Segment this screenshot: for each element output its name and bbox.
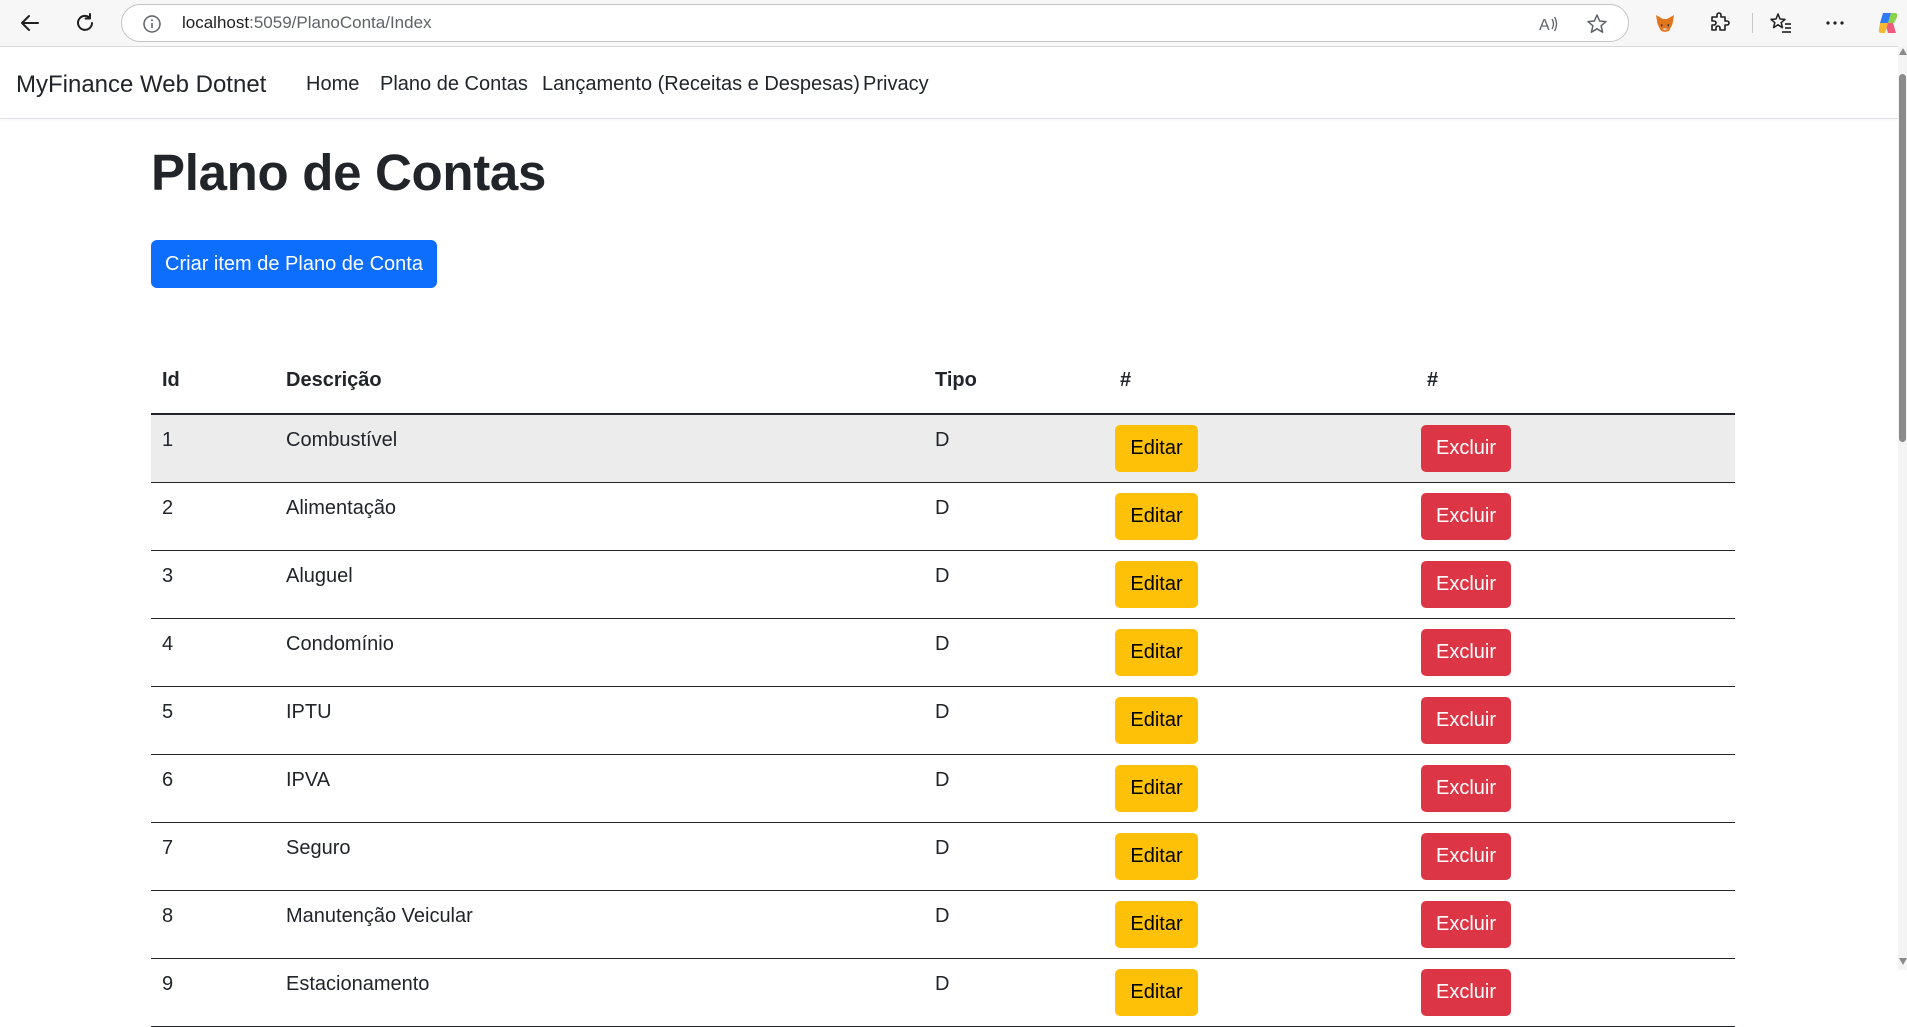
delete-button[interactable]: Excluir	[1421, 765, 1511, 812]
header-id: Id	[162, 369, 180, 391]
table-row: 8 Manutenção Veicular D Editar Excluir	[151, 891, 1735, 959]
more-icon[interactable]	[1822, 10, 1848, 36]
cell-tipo: D	[935, 973, 950, 995]
cell-descricao: Condomínio	[286, 633, 394, 655]
table-row: 5 IPTU D Editar Excluir	[151, 687, 1735, 755]
cell-tipo: D	[935, 633, 950, 655]
cell-id: 4	[162, 633, 174, 655]
cell-tipo: D	[935, 429, 950, 451]
table-row: 7 Seguro D Editar Excluir	[151, 823, 1735, 891]
header-delete-action: #	[1427, 369, 1439, 391]
page-scrollbar[interactable]	[1898, 46, 1907, 970]
delete-button[interactable]: Excluir	[1421, 901, 1511, 948]
read-aloud-icon[interactable]: A	[1537, 13, 1559, 35]
cell-descricao: Combustível	[286, 429, 398, 451]
cell-descricao: Seguro	[286, 837, 351, 859]
cell-tipo: D	[935, 497, 950, 519]
delete-button[interactable]: Excluir	[1421, 697, 1511, 744]
cell-id: 3	[162, 565, 174, 587]
delete-button[interactable]: Excluir	[1421, 833, 1511, 880]
cell-id: 9	[162, 973, 174, 995]
cell-descricao: Aluguel	[286, 565, 353, 587]
scroll-up-arrow-icon[interactable]	[1899, 48, 1907, 55]
favorites-icon[interactable]	[1768, 10, 1794, 36]
edit-button[interactable]: Editar	[1115, 425, 1198, 472]
nav-link-home[interactable]: Home	[306, 73, 359, 96]
edit-button[interactable]: Editar	[1115, 561, 1198, 608]
back-arrow-icon[interactable]	[13, 7, 47, 39]
scroll-thumb[interactable]	[1899, 74, 1906, 442]
url-path: :5059/PlanoConta/Index	[249, 13, 432, 32]
table-row: 1 Combustível D Editar Excluir	[151, 415, 1735, 483]
cell-descricao: Estacionamento	[286, 973, 430, 995]
cell-id: 6	[162, 769, 174, 791]
delete-button[interactable]: Excluir	[1421, 969, 1511, 1016]
edit-button[interactable]: Editar	[1115, 629, 1198, 676]
table-row: 6 IPVA D Editar Excluir	[151, 755, 1735, 823]
info-icon[interactable]	[142, 14, 162, 34]
cell-tipo: D	[935, 769, 950, 791]
cell-tipo: D	[935, 701, 950, 723]
fox-extension-icon[interactable]	[1652, 10, 1678, 36]
site-brand[interactable]: MyFinance Web Dotnet	[16, 71, 266, 99]
refresh-icon[interactable]	[68, 7, 102, 39]
nav-link-plano-de-contas[interactable]: Plano de Contas	[380, 73, 528, 96]
puzzle-extension-icon[interactable]	[1707, 10, 1733, 36]
cell-descricao: Alimentação	[286, 497, 397, 519]
cell-tipo: D	[935, 837, 950, 859]
page-content: MyFinance Web Dotnet Home Plano de Conta…	[0, 46, 1898, 1027]
url-host: localhost	[182, 13, 250, 32]
header-tipo: Tipo	[935, 369, 977, 391]
delete-button[interactable]: Excluir	[1421, 425, 1511, 472]
edit-button[interactable]: Editar	[1115, 493, 1198, 540]
header-descricao: Descrição	[286, 369, 382, 391]
create-plano-conta-button[interactable]: Criar item de Plano de Conta	[151, 240, 437, 288]
delete-button[interactable]: Excluir	[1421, 561, 1511, 608]
copilot-icon[interactable]	[1875, 10, 1901, 36]
cell-id: 5	[162, 701, 174, 723]
table-row: 9 Estacionamento D Editar Excluir	[151, 959, 1735, 1027]
table-header: Id Descrição Tipo # #	[151, 347, 1735, 415]
cell-id: 2	[162, 497, 174, 519]
table-row: 2 Alimentação D Editar Excluir	[151, 483, 1735, 551]
cell-descricao: Manutenção Veicular	[286, 905, 473, 927]
edit-button[interactable]: Editar	[1115, 833, 1198, 880]
address-bar[interactable]: localhost:5059/PlanoConta/Index A	[121, 4, 1629, 42]
cell-tipo: D	[935, 905, 950, 927]
browser-toolbar: localhost:5059/PlanoConta/Index A	[0, 0, 1907, 46]
cell-descricao: IPVA	[286, 769, 331, 791]
nav-link-privacy[interactable]: Privacy	[863, 73, 929, 96]
star-icon[interactable]	[1586, 13, 1608, 35]
cell-descricao: IPTU	[286, 701, 332, 723]
edit-button[interactable]: Editar	[1115, 969, 1198, 1016]
delete-button[interactable]: Excluir	[1421, 493, 1511, 540]
delete-button[interactable]: Excluir	[1421, 629, 1511, 676]
scroll-down-arrow-icon[interactable]	[1899, 958, 1907, 965]
cell-id: 7	[162, 837, 174, 859]
page-title: Plano de Contas	[151, 144, 547, 201]
cell-tipo: D	[935, 565, 950, 587]
svg-text:A: A	[1539, 17, 1550, 34]
edit-button[interactable]: Editar	[1115, 901, 1198, 948]
edit-button[interactable]: Editar	[1115, 697, 1198, 744]
site-navbar: MyFinance Web Dotnet Home Plano de Conta…	[0, 47, 1898, 119]
nav-link-lancamento[interactable]: Lançamento (Receitas e Despesas)	[542, 73, 860, 96]
table-row: 4 Condomínio D Editar Excluir	[151, 619, 1735, 687]
toolbar-separator	[1752, 13, 1753, 33]
edit-button[interactable]: Editar	[1115, 765, 1198, 812]
cell-id: 1	[162, 429, 174, 451]
url-text[interactable]: localhost:5059/PlanoConta/Index	[182, 5, 432, 41]
cell-id: 8	[162, 905, 174, 927]
header-edit-action: #	[1120, 369, 1132, 391]
table-row: 3 Aluguel D Editar Excluir	[151, 551, 1735, 619]
